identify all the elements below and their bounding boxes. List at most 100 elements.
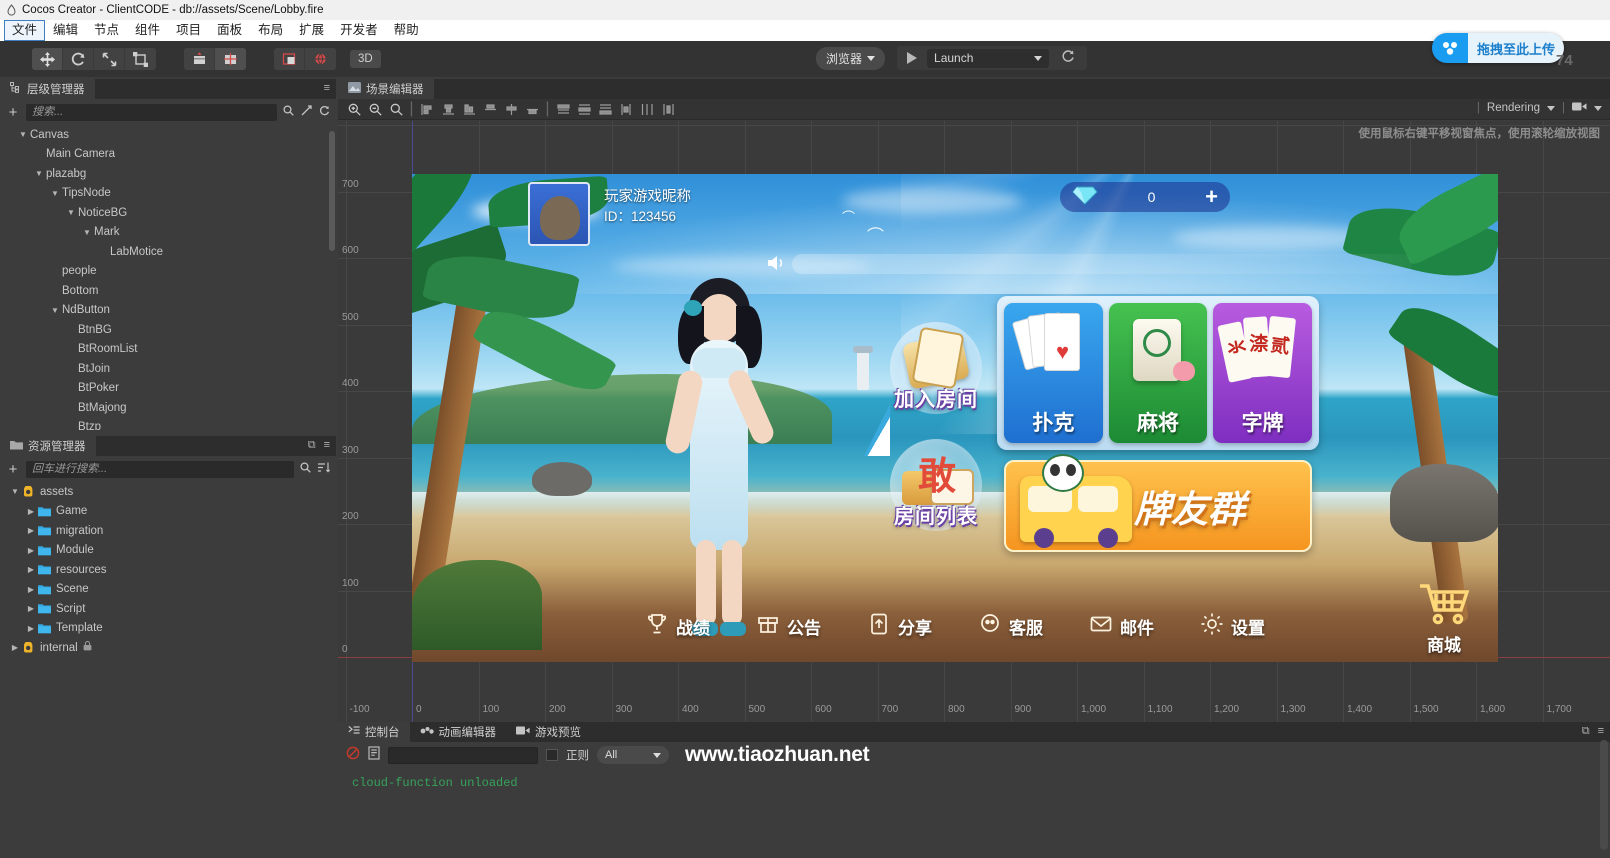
chevron-down-icon[interactable]: ▼ <box>50 306 60 315</box>
hierarchy-node[interactable]: Main Camera <box>0 145 336 165</box>
hierarchy-node[interactable]: Btzp <box>0 418 336 430</box>
menu-item-file[interactable]: 文件 <box>3 20 46 41</box>
console-filter-input[interactable] <box>388 746 538 764</box>
zoom-fit-icon[interactable] <box>386 100 406 118</box>
search-icon[interactable] <box>300 462 311 476</box>
tab-assets[interactable]: 资源管理器 <box>0 436 96 456</box>
speaker-icon[interactable] <box>767 254 787 277</box>
bottom-item-announcement[interactable]: 公告 <box>756 612 821 641</box>
global-tool-button[interactable] <box>305 48 336 70</box>
sort-icon[interactable] <box>318 462 331 476</box>
diamond-bar[interactable]: 0 + <box>1060 182 1230 212</box>
launch-dropdown[interactable]: Launch <box>927 48 1050 68</box>
hierarchy-node[interactable]: people <box>0 262 336 282</box>
bottom-item-share[interactable]: 分享 <box>867 612 932 641</box>
tab-hierarchy[interactable]: 层级管理器 <box>0 79 95 99</box>
spacing-even-icon[interactable] <box>658 100 678 118</box>
rect-tool-button[interactable] <box>125 48 156 70</box>
anchor-tool-button[interactable] <box>274 48 305 70</box>
shop-button[interactable]: 商城 <box>1414 578 1474 656</box>
chevron-down-icon[interactable]: ▼ <box>82 228 92 237</box>
hierarchy-node[interactable]: BtMajong <box>0 398 336 418</box>
search-icon[interactable] <box>283 105 294 119</box>
hierarchy-node[interactable]: ▼ Mark <box>0 223 336 243</box>
hierarchy-node[interactable]: Bottom <box>0 281 336 301</box>
tab-scene-editor[interactable]: 场景编辑器 <box>338 79 434 99</box>
tab-game-preview[interactable]: 游戏预览 <box>506 722 591 742</box>
tab-console[interactable]: 控制台 <box>338 722 410 742</box>
camera-icon[interactable] <box>1572 101 1587 115</box>
regex-checkbox[interactable] <box>546 749 558 761</box>
popout-icon[interactable]: ⧉ <box>308 439 316 452</box>
align-top-icon[interactable] <box>480 100 500 118</box>
chevron-down-icon[interactable]: ▼ <box>66 208 76 217</box>
menu-item-layout[interactable]: 布局 <box>251 21 290 40</box>
chevron-right-icon[interactable]: ▶ <box>26 565 36 574</box>
hierarchy-search-input[interactable]: 搜索... <box>26 103 277 121</box>
distribute-v-icon[interactable] <box>574 100 594 118</box>
hierarchy-node[interactable]: ▼ NdButton <box>0 301 336 321</box>
hierarchy-node[interactable]: ▼ NoticeBG <box>0 203 336 223</box>
chevron-right-icon[interactable]: ▶ <box>26 585 36 594</box>
menu-item-developer[interactable]: 开发者 <box>333 21 385 40</box>
bottom-item-record[interactable]: 战绩 <box>645 612 710 641</box>
hierarchy-node[interactable]: BtPoker <box>0 379 336 399</box>
chevron-down-icon[interactable]: ▼ <box>10 487 20 496</box>
add-diamond-button[interactable]: + <box>1205 186 1218 208</box>
asset-node[interactable]: ▶ Template <box>0 619 336 639</box>
asset-node[interactable]: ▶ Script <box>0 599 336 619</box>
align-left-icon[interactable] <box>417 100 437 118</box>
refresh-button[interactable] <box>1061 49 1075 67</box>
refresh-icon[interactable] <box>319 105 330 119</box>
asset-node[interactable]: ▶ internal <box>0 638 336 658</box>
spacing-h-icon[interactable] <box>616 100 636 118</box>
rotate-tool-button[interactable] <box>63 48 94 70</box>
scale-tool-button[interactable] <box>94 48 125 70</box>
copy-icon[interactable] <box>368 745 380 765</box>
move-tool-button[interactable] <box>32 48 63 70</box>
bottom-item-settings[interactable]: 设置 <box>1200 612 1265 641</box>
chevron-right-icon[interactable]: ▶ <box>26 604 36 613</box>
hierarchy-node[interactable]: LabMotice <box>0 242 336 262</box>
coordinate-tool-button[interactable] <box>215 48 246 70</box>
bottom-item-mail[interactable]: 邮件 <box>1089 612 1154 641</box>
collapse-icon[interactable] <box>301 105 312 119</box>
chevron-down-icon[interactable]: ▼ <box>18 130 28 139</box>
asset-node[interactable]: ▶ Module <box>0 541 336 561</box>
menu-item-extension[interactable]: 扩展 <box>292 21 331 40</box>
chevron-down-icon[interactable]: ▼ <box>34 169 44 178</box>
hierarchy-node[interactable]: ▼ Canvas <box>0 125 336 145</box>
hierarchy-node[interactable]: BtRoomList <box>0 340 336 360</box>
friend-group-button[interactable]: 牌友群 <box>1004 454 1312 552</box>
align-center-h-icon[interactable] <box>438 100 458 118</box>
chevron-down-icon[interactable] <box>1547 105 1555 111</box>
add-asset-button[interactable]: + <box>6 462 20 477</box>
menu-item-project[interactable]: 项目 <box>169 21 208 40</box>
console-scrollbar[interactable] <box>1600 740 1608 850</box>
menu-item-panel[interactable]: 面板 <box>210 21 249 40</box>
game-card-poker[interactable]: ♥ 扑克 <box>1004 303 1103 443</box>
log-level-dropdown[interactable]: All <box>597 746 669 764</box>
hierarchy-scrollbar[interactable] <box>329 131 335 251</box>
align-bottom-icon[interactable] <box>522 100 542 118</box>
menu-item-help[interactable]: 帮助 <box>387 21 426 40</box>
toggle-3d-button[interactable]: 3D <box>350 50 381 68</box>
chevron-right-icon[interactable]: ▶ <box>26 526 36 535</box>
distribute-h-icon[interactable] <box>553 100 573 118</box>
pivot-tool-button[interactable] <box>184 48 215 70</box>
chevron-right-icon[interactable]: ▶ <box>26 507 36 516</box>
assets-menu-icon[interactable]: ≡ <box>324 439 330 452</box>
bottom-item-support[interactable]: 客服 <box>978 612 1043 641</box>
console-log-list[interactable]: cloud-function unloaded <box>338 768 1610 798</box>
asset-node[interactable]: ▶ resources <box>0 560 336 580</box>
scene-viewport[interactable]: -100 0 100 200 300 400 500 600 700 800 900 1,000 1,1… <box>338 121 1610 722</box>
asset-node[interactable]: ▶ migration <box>0 521 336 541</box>
hierarchy-tree[interactable]: ▼ Canvas Main Camera ▼ plazabg ▼ TipsNode ▼ Noti… <box>0 125 336 430</box>
hierarchy-node[interactable]: ▼ TipsNode <box>0 184 336 204</box>
chevron-right-icon[interactable]: ▶ <box>10 643 20 652</box>
align-right-icon[interactable] <box>459 100 479 118</box>
hierarchy-menu-icon[interactable]: ≡ <box>324 82 330 94</box>
asset-node[interactable]: ▶ Game <box>0 502 336 522</box>
play-button[interactable] <box>907 52 918 64</box>
game-canvas[interactable]: ⌒ ⌒ 玩家游戏昵称 ID：123456 0 + 加入房间 敢 房间列表 ♥ 扑… <box>412 174 1498 662</box>
